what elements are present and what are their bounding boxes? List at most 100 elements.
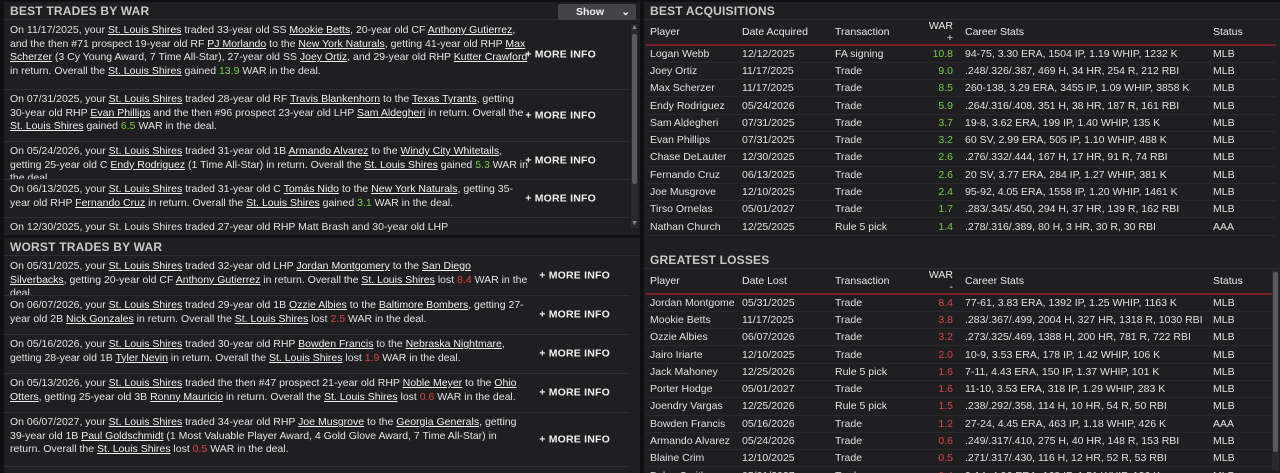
scroll-up-icon[interactable]: ▲ — [631, 24, 638, 32]
scroll-down-icon[interactable]: ▼ — [631, 220, 638, 228]
table-row[interactable]: Jairo Iriarte 12/10/2025 Trade 2.0 10-9, 3.5… — [646, 345, 1276, 364]
column-header[interactable]: Career Stats — [961, 269, 1209, 295]
table-row[interactable]: Jack Mahoney 12/25/2026 Rule 5 pick 1.6 7-11… — [646, 363, 1276, 381]
entity-link[interactable]: New York Naturals — [298, 38, 384, 50]
scroll-thumb[interactable] — [632, 34, 637, 184]
column-header[interactable]: Player — [646, 20, 738, 46]
entity-link[interactable]: Evan Phillips — [90, 107, 150, 119]
entity-link[interactable]: St. Louis Shires — [269, 352, 343, 364]
more-info-button[interactable]: + MORE INFO — [525, 48, 596, 62]
entity-link[interactable]: Bowden Francis — [298, 338, 373, 350]
more-info-button[interactable]: + MORE INFO — [525, 109, 596, 123]
entity-link[interactable]: St. Louis Shires — [109, 260, 183, 272]
entity-link[interactable]: St. Louis Shires — [109, 377, 183, 389]
player-name[interactable]: Nathan Church — [646, 217, 738, 236]
entity-link[interactable]: St. Louis Shires — [10, 120, 84, 132]
entity-link[interactable]: Anthony Gutierrez — [428, 24, 513, 36]
more-info-button[interactable]: + MORE INFO — [539, 386, 610, 400]
column-header[interactable]: Player — [646, 269, 738, 295]
player-name[interactable]: Chase DeLauter — [646, 148, 738, 167]
best-trades-scrollbar[interactable]: ▲ ▼ — [631, 24, 638, 228]
entity-link[interactable]: Paul Goldschmidt — [81, 430, 163, 442]
entity-link[interactable]: Fernando Cruz — [75, 197, 145, 209]
table-row[interactable]: Porter Hodge 05/01/2027 Trade 1.6 11-10, 3.5… — [646, 380, 1276, 399]
player-name[interactable]: Jack Mahoney — [646, 363, 738, 381]
entity-link[interactable]: St. Louis Shires — [361, 274, 435, 286]
more-info-button[interactable]: + MORE INFO — [539, 347, 610, 361]
entity-link[interactable]: Texas Tyrants — [412, 93, 477, 105]
entity-link[interactable]: Nick Gonzales — [66, 313, 134, 325]
show-dropdown[interactable]: Show ⌄ — [558, 4, 636, 20]
table-row[interactable]: Evan Phillips 07/31/2025 Trade 3.2 60 SV, 2.… — [646, 131, 1276, 150]
column-header[interactable]: WAR + — [919, 20, 961, 46]
player-name[interactable]: Jairo Iriarte — [646, 345, 738, 364]
entity-link[interactable]: Endy Rodriguez — [110, 159, 185, 171]
player-name[interactable]: Max Scherzer — [646, 79, 738, 98]
player-name[interactable]: Ozzie Albies — [646, 328, 738, 347]
table-row[interactable]: Joe Musgrove 12/10/2025 Trade 2.4 95-92, 4.0… — [646, 183, 1276, 202]
column-header[interactable]: Transaction — [831, 20, 919, 46]
column-header[interactable]: Date Acquired — [738, 20, 831, 46]
table-row[interactable]: Blaine Crim 12/10/2025 Trade 0.5.271/.317/.… — [646, 449, 1276, 468]
player-name[interactable]: Dylan Smith — [646, 466, 738, 473]
column-header[interactable]: Transaction — [831, 269, 919, 295]
entity-link[interactable]: St. Louis Shires — [235, 313, 309, 325]
entity-link[interactable]: Sam Aldegheri — [357, 107, 425, 119]
table-row[interactable]: Endy Rodriguez 05/24/2026 Trade 5.9.264/.31… — [646, 96, 1276, 115]
player-name[interactable]: Joe Musgrove — [646, 183, 738, 202]
table-row[interactable]: Joendry Vargas 12/25/2026 Rule 5 pick 1.5.2… — [646, 397, 1276, 416]
entity-link[interactable]: St. Louis Shires — [109, 338, 183, 350]
player-name[interactable]: Logan Webb — [646, 45, 738, 63]
more-info-button[interactable]: + MORE INFO — [525, 192, 596, 206]
entity-link[interactable]: Mookie Betts — [289, 24, 350, 36]
entity-link[interactable]: Windy City Whitetails — [401, 145, 500, 157]
player-name[interactable]: Blaine Crim — [646, 449, 738, 468]
entity-link[interactable]: St. Louis Shires — [109, 145, 183, 157]
table-row[interactable]: Tirso Ornelas 05/01/2027 Trade 1.7.283/.345… — [646, 200, 1276, 219]
column-header[interactable]: Date Lost — [738, 269, 831, 295]
player-name[interactable]: Mookie Betts — [646, 311, 738, 330]
more-info-button[interactable]: + MORE INFO — [539, 269, 610, 283]
entity-link[interactable]: New York Naturals — [371, 183, 457, 195]
table-row[interactable]: Max Scherzer 11/17/2025 Trade 8.5 260-138, 3… — [646, 79, 1276, 98]
table-row[interactable]: Nathan Church 12/25/2025 Rule 5 pick 1.4.27… — [646, 217, 1276, 236]
player-name[interactable]: Jordan Montgome — [646, 294, 738, 312]
column-header[interactable]: Status — [1209, 20, 1276, 46]
more-info-button[interactable]: + MORE INFO — [525, 154, 596, 168]
entity-link[interactable]: Jordan Montgomery — [296, 260, 389, 272]
table-row[interactable]: Ozzie Albies 06/07/2026 Trade 3.2.273/.325/… — [646, 328, 1276, 347]
table-row[interactable]: Sam Aldegheri 07/31/2025 Trade 3.7 19-8, 3.6… — [646, 114, 1276, 132]
more-info-button[interactable]: + MORE INFO — [539, 433, 610, 447]
player-name[interactable]: Bowden Francis — [646, 415, 738, 433]
entity-link[interactable]: Kutter Crawford — [454, 51, 528, 63]
entity-link[interactable]: Ronny Mauricio — [150, 391, 223, 403]
entity-link[interactable]: Baltimore Bombers — [379, 299, 468, 311]
player-name[interactable]: Endy Rodriguez — [646, 96, 738, 115]
entity-link[interactable]: PJ Morlando — [207, 38, 266, 50]
entity-link[interactable]: St. Louis Shires — [364, 159, 438, 171]
player-name[interactable]: Porter Hodge — [646, 380, 738, 399]
player-name[interactable]: Tirso Ornelas — [646, 200, 738, 219]
player-name[interactable]: Joendry Vargas — [646, 397, 738, 416]
entity-link[interactable]: St. Louis Shires — [108, 65, 182, 77]
entity-link[interactable]: Joe Musgrove — [298, 416, 364, 428]
entity-link[interactable]: St. Louis Shires — [109, 416, 183, 428]
player-name[interactable]: Evan Phillips — [646, 131, 738, 150]
table-row[interactable]: Fernando Cruz 06/13/2025 Trade 2.6 20 SV, 3.… — [646, 166, 1276, 184]
column-header[interactable]: WAR - — [919, 269, 961, 295]
entity-link[interactable]: Nebraska Nightmare — [406, 338, 502, 350]
player-name[interactable]: Joey Ortiz — [646, 62, 738, 81]
more-info-button[interactable]: + MORE INFO — [539, 308, 610, 322]
column-header[interactable]: Status — [1209, 269, 1276, 295]
table-row[interactable]: Mookie Betts 11/17/2025 Trade 3.8.283/.367/… — [646, 311, 1276, 330]
entity-link[interactable]: St. Louis Shires — [246, 197, 320, 209]
table-row[interactable]: Dylan Smith05/01/2027Trade0.49-14, 4.96 … — [646, 466, 1276, 473]
entity-link[interactable]: St. Louis Shires — [109, 93, 183, 105]
scroll-thumb[interactable] — [1273, 272, 1278, 452]
entity-link[interactable]: Travis Blankenhorn — [290, 93, 380, 105]
entity-link[interactable]: St. Louis Shires — [324, 391, 398, 403]
entity-link[interactable]: St. Louis Shires — [108, 24, 182, 36]
entity-link[interactable]: Tomás Nido — [284, 183, 339, 195]
entity-link[interactable]: Ozzie Albies — [289, 299, 347, 311]
table-row[interactable]: Jordan Montgome 05/31/2025 Trade 8.4 77-61, … — [646, 294, 1276, 312]
